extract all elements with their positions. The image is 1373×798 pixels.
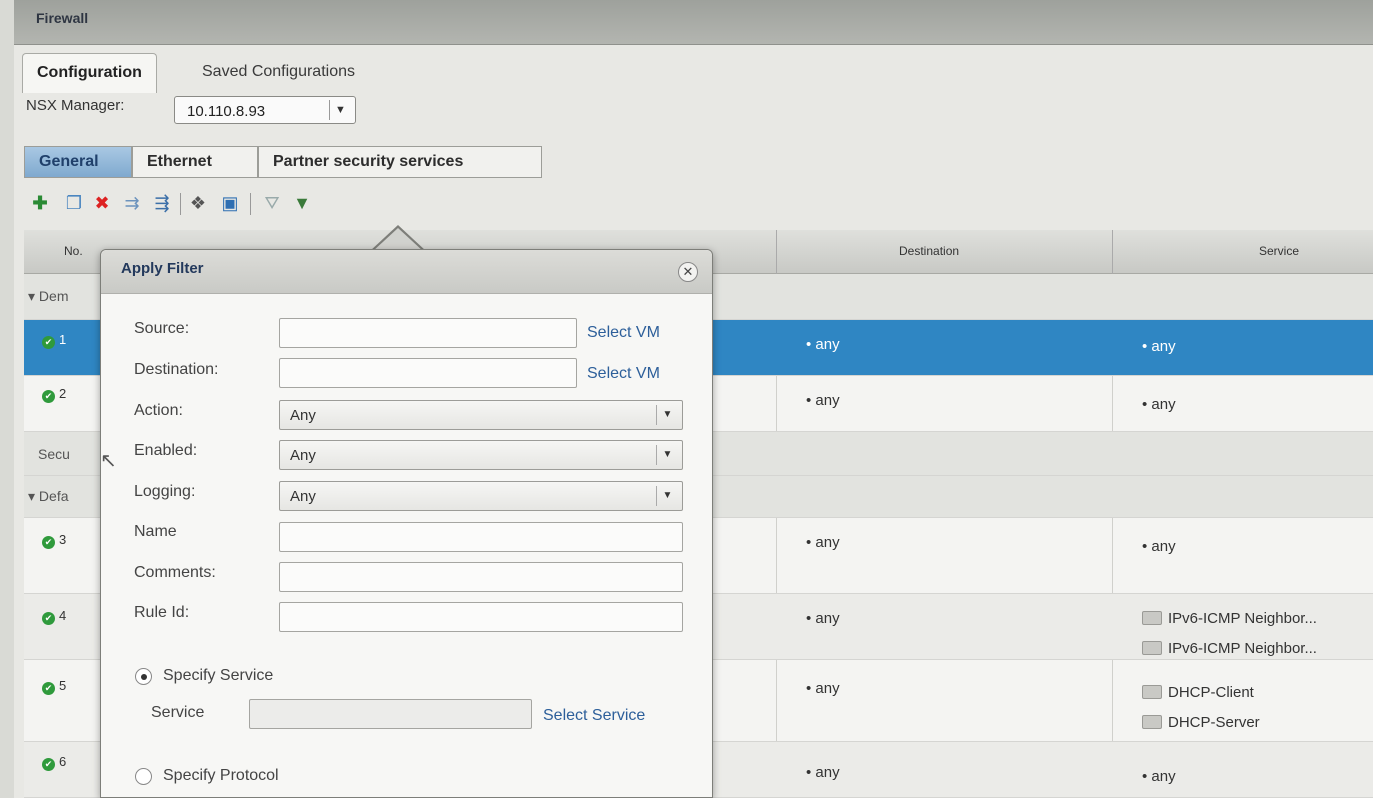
rule-number: 2 [59, 386, 67, 401]
rule-id-label: Rule Id: [134, 604, 190, 621]
service-label: Service [151, 704, 205, 721]
source-label: Source: [134, 320, 190, 337]
chevron-down-icon[interactable]: ▼ [656, 405, 678, 425]
name-input[interactable] [279, 522, 683, 552]
tab-general[interactable]: General [24, 146, 132, 178]
rule-destination: any [815, 392, 840, 409]
window-title: Firewall [36, 10, 89, 26]
rule-destination: any [815, 610, 840, 627]
name-label: Name [134, 523, 177, 540]
specify-service-label: Specify Service [163, 667, 274, 684]
rule-number: 5 [59, 678, 67, 693]
enabled-check-icon: ✔ [42, 536, 55, 549]
apply-filter-dialog: Apply Filter ✕ Source: Select VM Destina… [100, 249, 713, 798]
logging-select[interactable]: Any ▼ [279, 481, 683, 511]
logging-label: Logging: [134, 483, 196, 500]
rule-number: 1 [59, 332, 67, 347]
enabled-value: Any [290, 447, 316, 464]
enabled-check-icon: ✔ [42, 758, 55, 771]
nsx-manager-value: 10.110.8.93 [187, 103, 266, 120]
service-input[interactable] [249, 699, 532, 729]
section-default-label: Defa [38, 488, 69, 504]
rule-id-input[interactable] [279, 602, 683, 632]
service-icon [1142, 715, 1162, 729]
tab-partner-security-services[interactable]: Partner security services [258, 146, 542, 178]
rule-destination: any [815, 534, 840, 551]
rule-number: 6 [59, 754, 67, 769]
logging-value: Any [290, 488, 316, 505]
nsx-manager-select[interactable]: 10.110.8.93 ▼ [174, 96, 356, 124]
rule-service: IPv6-ICMP Neighbor... [1168, 640, 1317, 657]
rule-number: 3 [59, 532, 67, 547]
nsx-manager-label: NSX Manager: [26, 97, 125, 114]
chevron-down-icon[interactable]: ▼ [656, 445, 678, 465]
publish-changes-icon[interactable]: ▣ [218, 191, 242, 215]
tab-configuration[interactable]: Configuration [22, 53, 157, 93]
action-select[interactable]: Any ▼ [279, 400, 683, 430]
rule-destination: any [815, 336, 840, 353]
tab-saved-configurations[interactable]: Saved Configurations [188, 53, 369, 93]
close-icon[interactable]: ✕ [678, 262, 698, 282]
filter-icon[interactable]: ▼ [290, 191, 314, 215]
move-up-icon[interactable]: ⇉ [120, 191, 144, 215]
delete-rule-icon[interactable]: ✖ [90, 191, 114, 215]
enabled-select[interactable]: Any ▼ [279, 440, 683, 470]
rule-destination: any [815, 680, 840, 697]
tab-ethernet[interactable]: Ethernet [132, 146, 258, 178]
enabled-check-icon: ✔ [42, 612, 55, 625]
chevron-down-icon[interactable]: ▼ [329, 100, 351, 120]
col-header-no[interactable]: No. [64, 244, 83, 258]
destination-select-vm-link[interactable]: Select VM [587, 365, 660, 383]
rule-number: 4 [59, 608, 67, 623]
rule-service: any [1151, 338, 1176, 355]
mouse-cursor-icon: ↖ [100, 450, 117, 472]
dialog-title: Apply Filter [121, 260, 204, 277]
section-demo-label: Dem [38, 288, 69, 304]
window-titlebar: Firewall [14, 0, 1373, 45]
copy-rule-icon[interactable]: ❐ [62, 191, 86, 215]
enabled-check-icon: ✔ [42, 390, 55, 403]
dialog-header: Apply Filter ✕ [101, 250, 712, 294]
specify-service-radio[interactable] [135, 668, 152, 685]
rule-service: any [1151, 538, 1176, 555]
rule-service: DHCP-Server [1168, 714, 1260, 731]
specify-protocol-label: Specify Protocol [163, 767, 279, 784]
rule-destination: any [815, 764, 840, 781]
select-service-link[interactable]: Select Service [543, 707, 645, 725]
action-label: Action: [134, 402, 183, 419]
col-header-destination[interactable]: Destination [899, 244, 959, 258]
col-header-service[interactable]: Service [1259, 244, 1299, 258]
source-input[interactable] [279, 318, 577, 348]
comments-label: Comments: [134, 564, 216, 581]
rule-service: any [1151, 768, 1176, 785]
rule-service: any [1151, 396, 1176, 413]
destination-label: Destination: [134, 361, 219, 378]
remove-filter-icon[interactable]: ⛛ [260, 191, 284, 215]
move-down-icon[interactable]: ⇶ [150, 191, 174, 215]
section-security-label: Secu [38, 446, 70, 462]
add-rule-icon[interactable]: ✚ [28, 191, 52, 215]
action-value: Any [290, 407, 316, 424]
add-section-icon[interactable]: ❖ [186, 191, 210, 215]
service-icon [1142, 641, 1162, 655]
specify-protocol-radio[interactable] [135, 768, 152, 785]
comments-input[interactable] [279, 562, 683, 592]
service-icon [1142, 685, 1162, 699]
enabled-check-icon: ✔ [42, 682, 55, 695]
service-icon [1142, 611, 1162, 625]
chevron-down-icon[interactable]: ▼ [656, 486, 678, 506]
enabled-label: Enabled: [134, 442, 198, 459]
destination-input[interactable] [279, 358, 577, 388]
rule-service: IPv6-ICMP Neighbor... [1168, 610, 1317, 627]
enabled-check-icon: ✔ [42, 336, 55, 349]
rule-service: DHCP-Client [1168, 684, 1254, 701]
source-select-vm-link[interactable]: Select VM [587, 324, 660, 342]
